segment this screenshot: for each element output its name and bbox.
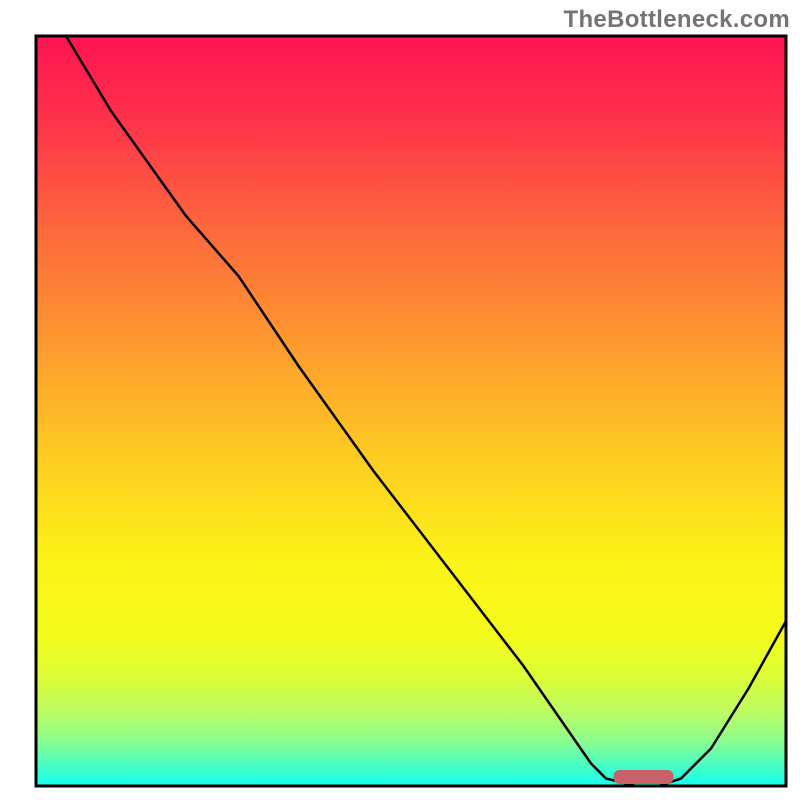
chart-svg [0, 0, 800, 800]
optimal-bar-marker [614, 770, 674, 784]
bottleneck-chart: TheBottleneck.com [0, 0, 800, 800]
plot-background-gradient [36, 36, 786, 786]
